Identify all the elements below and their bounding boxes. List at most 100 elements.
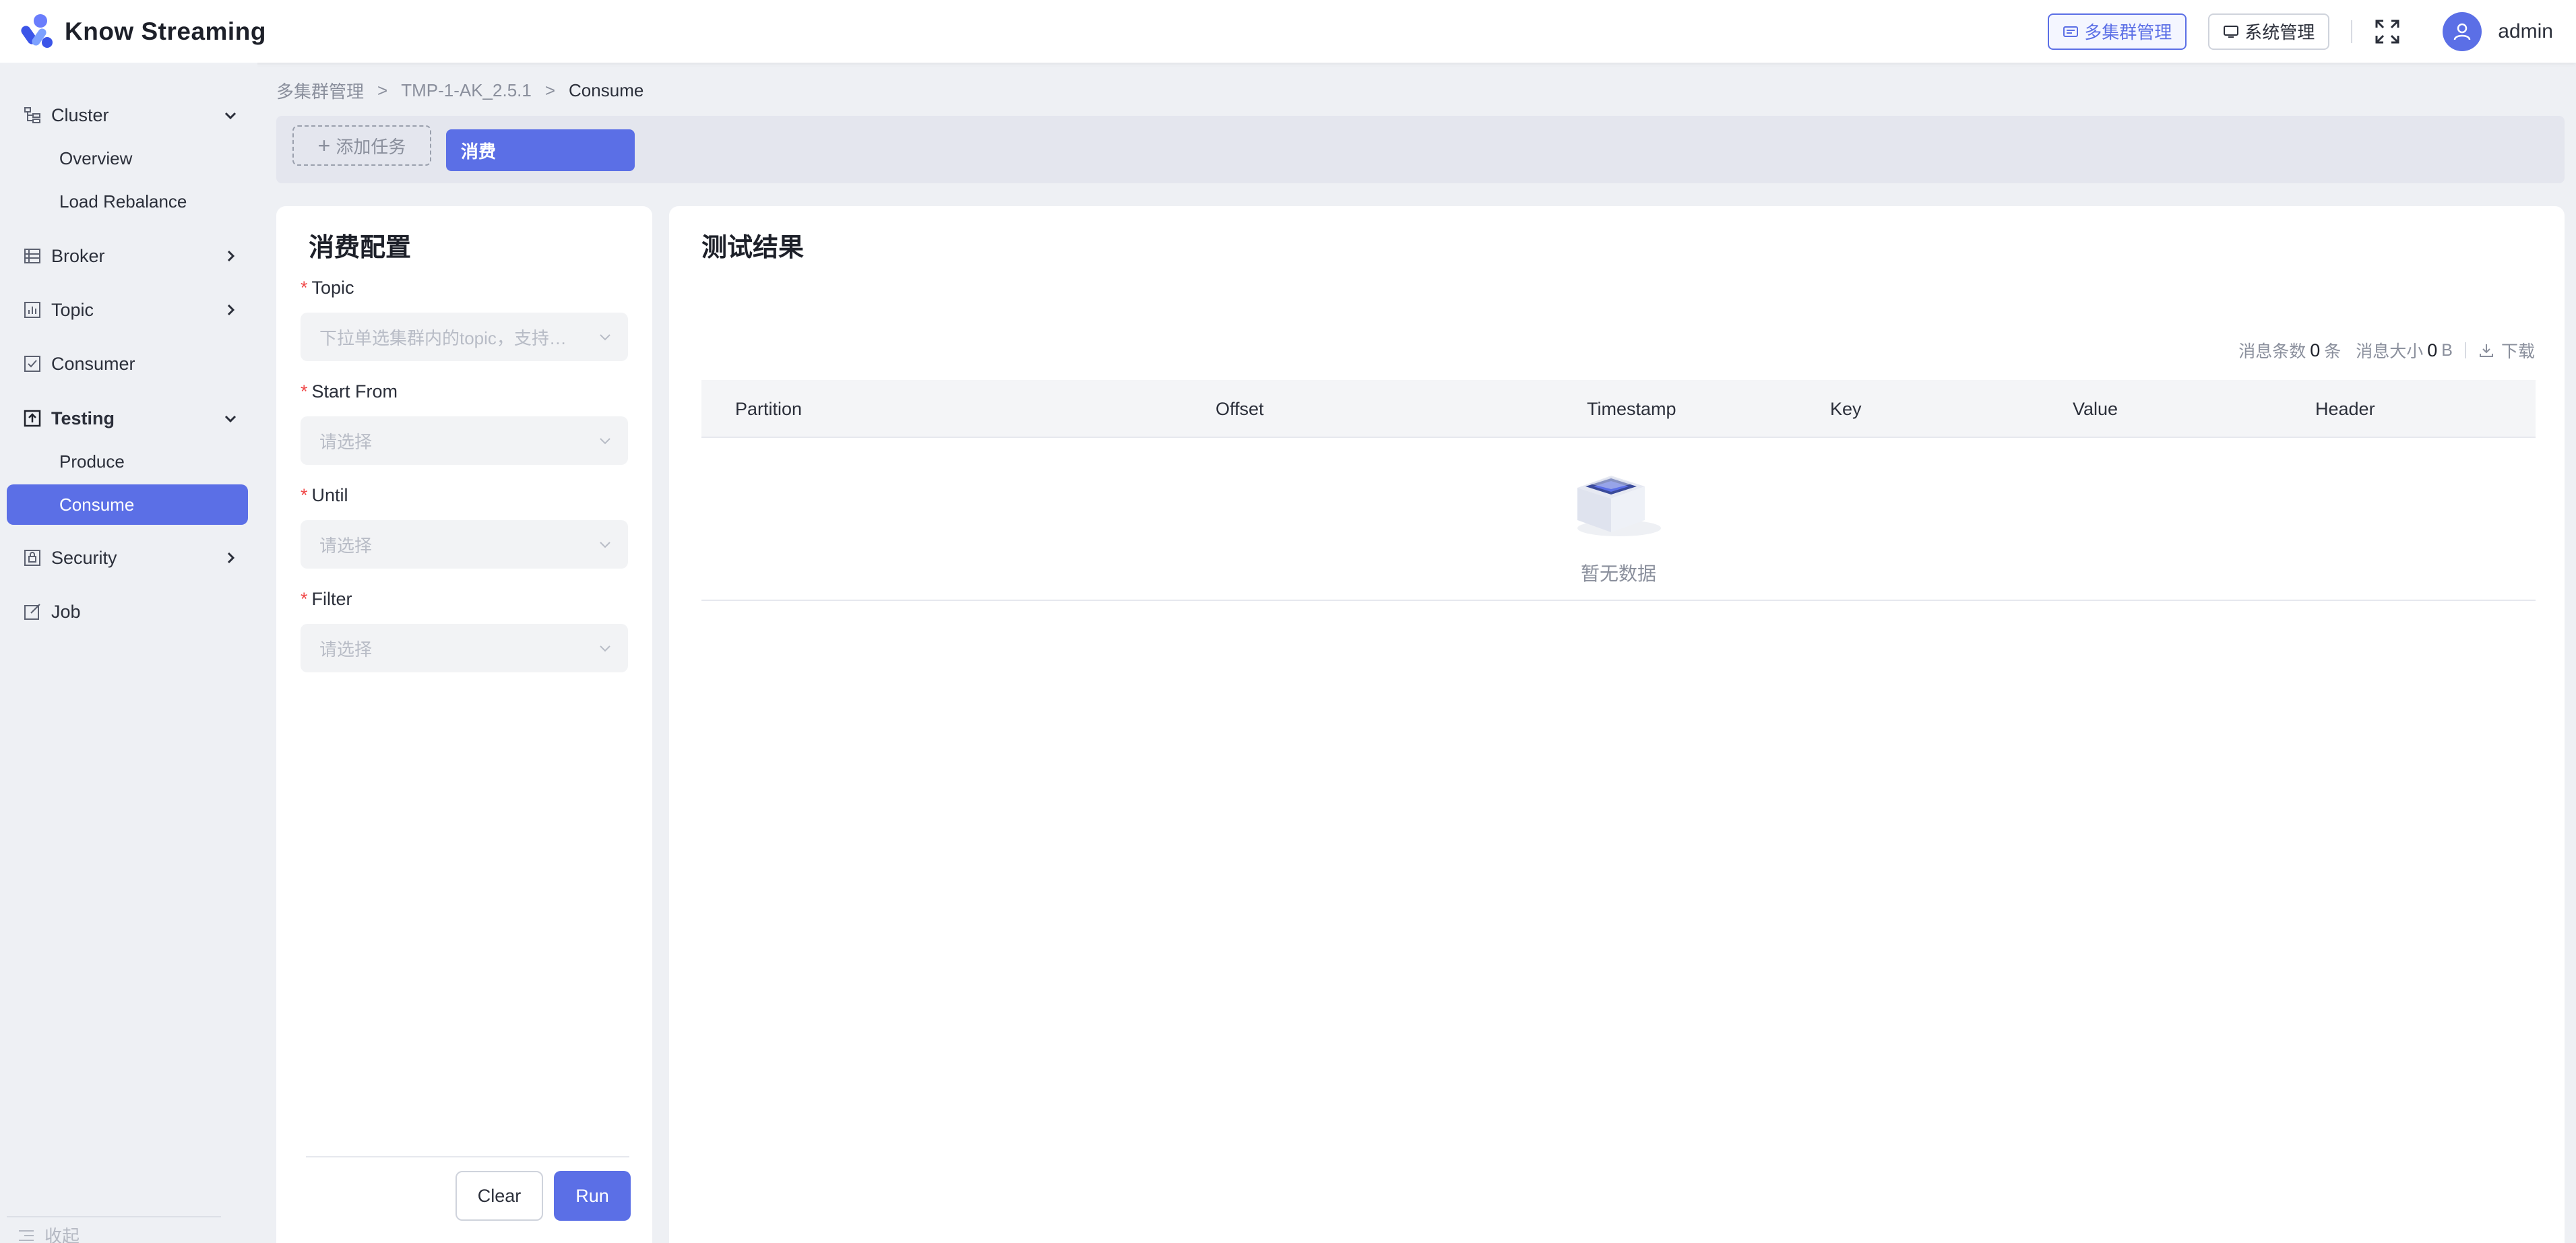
sidebar-item-security[interactable]: Security [0, 538, 257, 578]
chevron-down-icon [600, 438, 610, 445]
logo-icon [21, 13, 53, 48]
clear-button[interactable]: Clear [455, 1171, 543, 1221]
sidebar-item-label: Consumer [51, 353, 135, 374]
column-header-value: Value [2073, 399, 2118, 419]
message-size-label: 消息大小 [2356, 342, 2424, 361]
breadcrumb: 多集群管理 > TMP-1-AK_2.5.1 > Consume [276, 78, 643, 103]
sidebar-item-label: Topic [51, 299, 94, 320]
sidebar-item-topic[interactable]: Topic [0, 290, 257, 330]
avatar[interactable] [2443, 11, 2482, 51]
sidebar-item-consume[interactable]: Consume [7, 484, 248, 525]
sidebar-item-label: Overview [59, 148, 133, 168]
sidebar-item-label: Testing [51, 408, 115, 428]
stats-divider [2464, 342, 2466, 358]
app-title: Know Streaming [65, 17, 266, 45]
sidebar-item-overview[interactable]: Overview [7, 138, 248, 179]
download-label: 下载 [2501, 342, 2535, 361]
system-manage-button[interactable]: 系统管理 [2208, 13, 2330, 50]
column-header-key: Key [1830, 399, 1862, 419]
multi-cluster-label: 多集群管理 [2084, 22, 2172, 42]
chevron-right-icon[interactable] [222, 302, 239, 318]
config-footer-divider [306, 1156, 629, 1157]
message-count-unit: 条 [2324, 342, 2342, 361]
chevron-right-icon[interactable] [222, 550, 239, 566]
sidebar-item-cluster[interactable]: Cluster [0, 95, 257, 135]
broker-icon [24, 249, 40, 263]
collapse-icon [19, 1230, 34, 1241]
column-header-offset: Offset [1216, 399, 1264, 419]
download-button[interactable]: 下载 [2478, 338, 2535, 362]
sidebar-divider [7, 1216, 221, 1217]
column-header-header: Header [2315, 399, 2375, 419]
message-size-value: 0 [2427, 340, 2438, 360]
topic-label: * Topic [301, 278, 354, 298]
required-mark: * [301, 589, 308, 609]
sidebar-item-label: Consume [59, 494, 135, 515]
test-results-panel: 测试结果 消息条数 0 条 消息大小 0 B 下载 Partition Offs… [669, 206, 2565, 1243]
results-title: 测试结果 [701, 234, 805, 262]
breadcrumb-link-cluster[interactable]: TMP-1-AK_2.5.1 [401, 80, 532, 101]
multi-cluster-button[interactable]: 多集群管理 [2048, 13, 2187, 50]
top-header: Know Streaming 多集群管理 系统管理 admin [0, 0, 2576, 63]
sidebar-item-label: Security [51, 547, 117, 568]
consumer-icon [24, 356, 40, 372]
chevron-down-icon [600, 645, 610, 652]
fullscreen-icon[interactable] [2374, 18, 2401, 45]
cluster-manage-icon [2063, 26, 2079, 37]
username[interactable]: admin [2498, 20, 2553, 43]
task-bar: + 添加任务 消费 [276, 116, 2565, 183]
sidebar: Cluster Overview Load Rebalance Broker T… [0, 63, 257, 1243]
filter-label: * Filter [301, 589, 352, 610]
add-task-button[interactable]: + 添加任务 [292, 125, 431, 166]
start-from-placeholder: 请选择 [319, 431, 373, 452]
add-task-label: 添加任务 [336, 136, 406, 157]
sidebar-item-testing[interactable]: Testing [0, 398, 257, 439]
security-icon [24, 550, 40, 566]
cluster-icon [24, 107, 40, 123]
sidebar-item-job[interactable]: Job [0, 592, 257, 632]
sidebar-item-broker[interactable]: Broker [0, 236, 257, 276]
app-logo[interactable]: Know Streaming [20, 13, 266, 51]
task-tab-consume[interactable]: 消费 [446, 129, 635, 171]
chevron-down-icon[interactable] [222, 410, 239, 426]
sidebar-item-label: Load Rebalance [59, 191, 187, 212]
field-label-text: Filter [311, 589, 352, 609]
column-header-timestamp: Timestamp [1587, 399, 1676, 419]
filter-placeholder: 请选择 [319, 639, 373, 660]
message-size-unit: B [2441, 340, 2453, 360]
until-placeholder: 请选择 [319, 535, 373, 556]
results-stats: 消息条数 0 条 消息大小 0 B 下载 [2238, 338, 2535, 362]
chevron-down-icon [600, 334, 610, 341]
chevron-right-icon[interactable] [222, 248, 239, 264]
header-divider [2351, 20, 2353, 43]
breadcrumb-separator: > [544, 80, 556, 100]
empty-box-icon [1577, 476, 1661, 536]
topic-icon [24, 302, 40, 318]
start-from-select[interactable]: 请选择 [301, 416, 628, 465]
results-table-header: Partition Offset Timestamp Key Value Hea… [701, 380, 2536, 438]
field-label-text: Until [311, 485, 348, 505]
filter-select[interactable]: 请选择 [301, 624, 628, 672]
sidebar-item-consumer[interactable]: Consumer [0, 344, 257, 384]
run-button[interactable]: Run [554, 1171, 631, 1221]
start-from-label: * Start From [301, 381, 398, 402]
sidebar-item-produce[interactable]: Produce [7, 441, 248, 482]
collapse-button[interactable]: 收起 [18, 1223, 80, 1243]
topic-placeholder: 下拉单选集群内的topic，支持模糊搜索 [319, 327, 582, 348]
chevron-down-icon[interactable] [222, 107, 239, 123]
system-manage-label: 系统管理 [2244, 22, 2315, 42]
empty-text: 暂无数据 [1580, 563, 1656, 584]
sidebar-item-label: Cluster [51, 104, 109, 125]
field-label-text: Start From [311, 381, 398, 402]
sidebar-item-label: Job [51, 601, 81, 622]
until-label: * Until [301, 485, 348, 506]
chevron-down-icon [600, 542, 610, 548]
task-tab-label: 消费 [461, 141, 497, 162]
sidebar-item-load-rebalance[interactable]: Load Rebalance [7, 181, 248, 222]
breadcrumb-link-multi-cluster[interactable]: 多集群管理 [276, 78, 364, 103]
topic-select[interactable]: 下拉单选集群内的topic，支持模糊搜索 [301, 313, 628, 361]
job-icon [24, 604, 40, 620]
until-select[interactable]: 请选择 [301, 520, 628, 569]
header-actions: 多集群管理 系统管理 admin [2048, 0, 2553, 63]
config-title: 消费配置 [309, 234, 412, 262]
